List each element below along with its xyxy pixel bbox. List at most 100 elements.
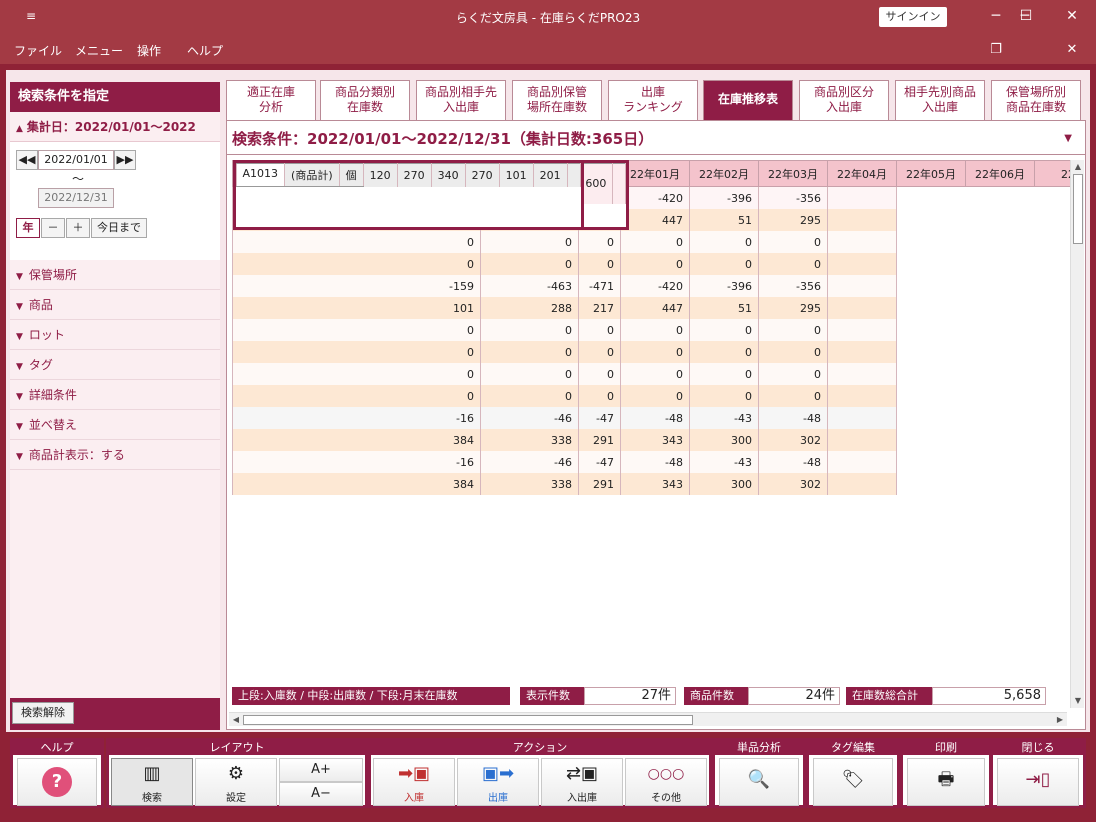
value-cell: 447: [620, 297, 690, 319]
stock-in-button[interactable]: ➡▣ 入庫: [373, 758, 455, 806]
scroll-left-icon[interactable]: ◀: [229, 713, 243, 727]
table-row[interactable]: -159-463-471-420-396-356: [232, 275, 1071, 297]
table-row[interactable]: 384 338 291 343 300 302: [232, 473, 1071, 495]
filter-lot[interactable]: ▼ ロット: [10, 320, 220, 350]
caret-down-icon: ▼: [16, 302, 23, 312]
stock-inout-icon: ⇄▣: [565, 763, 599, 784]
tab-1[interactable]: 商品分類別 在庫数: [320, 80, 410, 120]
year-button[interactable]: 年: [16, 218, 40, 238]
table-row[interactable]: 000000: [232, 341, 1071, 363]
column-header[interactable]: 22年04月: [827, 160, 897, 187]
horizontal-scrollbar[interactable]: ◀ ▶: [229, 712, 1067, 726]
vertical-scrollbar[interactable]: ▲ ▼: [1070, 160, 1084, 708]
column-header[interactable]: 22年02月: [689, 160, 759, 187]
caret-down-icon: ▼: [16, 272, 23, 282]
table-row[interactable]: -16 -46 -47 -48 -43 -48: [232, 407, 1071, 429]
value-cell: 300: [689, 473, 759, 495]
tab-3[interactable]: 商品別保管 場所在庫数: [512, 80, 602, 120]
product-cell: A1013: [235, 163, 286, 187]
tab-8[interactable]: 保管場所別 商品在庫数: [991, 80, 1081, 120]
minus-button[interactable]: －: [41, 218, 65, 238]
tag-edit-button[interactable]: 🏷: [813, 758, 893, 806]
tab-4[interactable]: 出庫 ランキング: [608, 80, 698, 120]
value-cell: 338: [480, 429, 579, 451]
column-header[interactable]: 22年: [1034, 160, 1070, 187]
font-decrease-button[interactable]: A−: [279, 782, 363, 806]
help-button[interactable]: ?: [17, 758, 97, 806]
filter-product-total[interactable]: ▼ 商品計表示：する: [10, 440, 220, 470]
restore-icon[interactable]: ❐: [981, 40, 1011, 60]
plus-button[interactable]: ＋: [66, 218, 90, 238]
maximize-icon[interactable]: ☐: [1011, 4, 1041, 28]
settings-button[interactable]: ⚙ 設定: [195, 758, 277, 806]
menu-file[interactable]: ファイル: [14, 42, 62, 59]
column-header[interactable]: 22年05月: [896, 160, 966, 187]
table-row[interactable]: 000000: [232, 319, 1071, 341]
value-cell: 0: [620, 385, 690, 407]
other-button[interactable]: ○○○ その他: [625, 758, 707, 806]
value-cell: 270: [396, 163, 432, 187]
scroll-up-icon[interactable]: ▲: [1071, 160, 1085, 174]
tab-6[interactable]: 商品別区分 入出庫: [799, 80, 889, 120]
value-cell: -48: [758, 407, 828, 429]
filter-sort[interactable]: ▼ 並べ替え: [10, 410, 220, 440]
prev-date-button[interactable]: ◀◀: [16, 150, 38, 170]
value-cell: -356: [758, 275, 828, 297]
table-row[interactable]: 384 338 291 343 300 302: [232, 429, 1071, 451]
tab-0[interactable]: 適正在庫 分析: [226, 80, 316, 120]
stock-trend-table[interactable]: 商品ロット単位22年01月22年02月22年03月22年04月22年05月22年…: [232, 160, 1070, 682]
table-row[interactable]: 10128821744751295: [232, 297, 1071, 319]
scroll-thumb[interactable]: [243, 715, 693, 725]
date-to-input[interactable]: 2022/12/31: [38, 188, 114, 208]
scroll-thumb[interactable]: [1073, 174, 1083, 244]
table-row[interactable]: 000000: [232, 363, 1071, 385]
value-cell: 0: [480, 341, 579, 363]
item-analysis-button[interactable]: 🔍: [719, 758, 799, 806]
date-section-header[interactable]: ▲ 集計日：2022/01/01〜2022: [10, 112, 220, 142]
filter-product[interactable]: ▼ 商品: [10, 290, 220, 320]
date-from-input[interactable]: 2022/01/01: [38, 150, 114, 170]
column-header[interactable]: 22年06月: [965, 160, 1035, 187]
filter-storage[interactable]: ▼ 保管場所: [10, 260, 220, 290]
column-header[interactable]: 22年01月: [620, 160, 690, 187]
next-date-button[interactable]: ▶▶: [114, 150, 136, 170]
filter-detail[interactable]: ▼ 詳細条件: [10, 380, 220, 410]
close-button[interactable]: ⇥▯: [997, 758, 1079, 806]
menu-menu[interactable]: メニュー: [75, 42, 123, 59]
value-cell: [827, 275, 897, 297]
scroll-down-icon[interactable]: ▼: [1071, 694, 1085, 708]
print-button[interactable]: 🖶: [907, 758, 985, 806]
tab-2[interactable]: 商品別相手先 入出庫: [416, 80, 506, 120]
clear-search-button[interactable]: 検索解除: [12, 702, 74, 724]
close-document-icon[interactable]: ✕: [1057, 40, 1087, 60]
scroll-right-icon[interactable]: ▶: [1053, 713, 1067, 727]
stock-inout-button[interactable]: ⇄▣ 入出庫: [541, 758, 623, 806]
table-row[interactable]: -16 -46 -47 -48 -43 -48: [232, 451, 1071, 473]
table-row[interactable]: 000000: [232, 385, 1071, 407]
display-count-value: 27件: [584, 687, 676, 705]
tab-5[interactable]: 在庫推移表: [703, 80, 793, 120]
table-row[interactable]: 000000: [232, 253, 1071, 275]
table-row[interactable]: 000000: [232, 231, 1071, 253]
menu-help[interactable]: ヘルプ: [187, 42, 223, 59]
close-icon[interactable]: ✕: [1057, 4, 1087, 28]
magnifier-document-icon: 🔍: [747, 769, 771, 790]
value-cell: [827, 385, 897, 407]
stock-out-button[interactable]: ▣➡ 出庫: [457, 758, 539, 806]
font-increase-button[interactable]: A+: [279, 758, 363, 782]
menu-operation[interactable]: 操作: [137, 42, 161, 59]
search-layout-button[interactable]: ▥ 検索: [111, 758, 193, 806]
value-cell: 0: [758, 253, 828, 275]
value-cell: [827, 473, 897, 495]
value-cell: -159: [232, 275, 481, 297]
more-dots-icon: ○○○: [647, 766, 685, 782]
minimize-icon[interactable]: ─: [981, 4, 1011, 28]
search-condition[interactable]: 検索条件：2022/01/01〜2022/12/31（集計日数:365日） ▼: [232, 126, 1072, 152]
chevron-down-icon[interactable]: ▼: [1064, 126, 1072, 152]
until-today-button[interactable]: 今日まで: [91, 218, 147, 238]
column-header[interactable]: 22年03月: [758, 160, 828, 187]
tab-7[interactable]: 相手先別商品 入出庫: [895, 80, 985, 120]
table-row[interactable]: A1013 (商品計) 個 120 270 340 270 101 201: [232, 160, 584, 230]
filter-tag[interactable]: ▼ タグ: [10, 350, 220, 380]
signin-button[interactable]: サインイン: [879, 7, 947, 27]
